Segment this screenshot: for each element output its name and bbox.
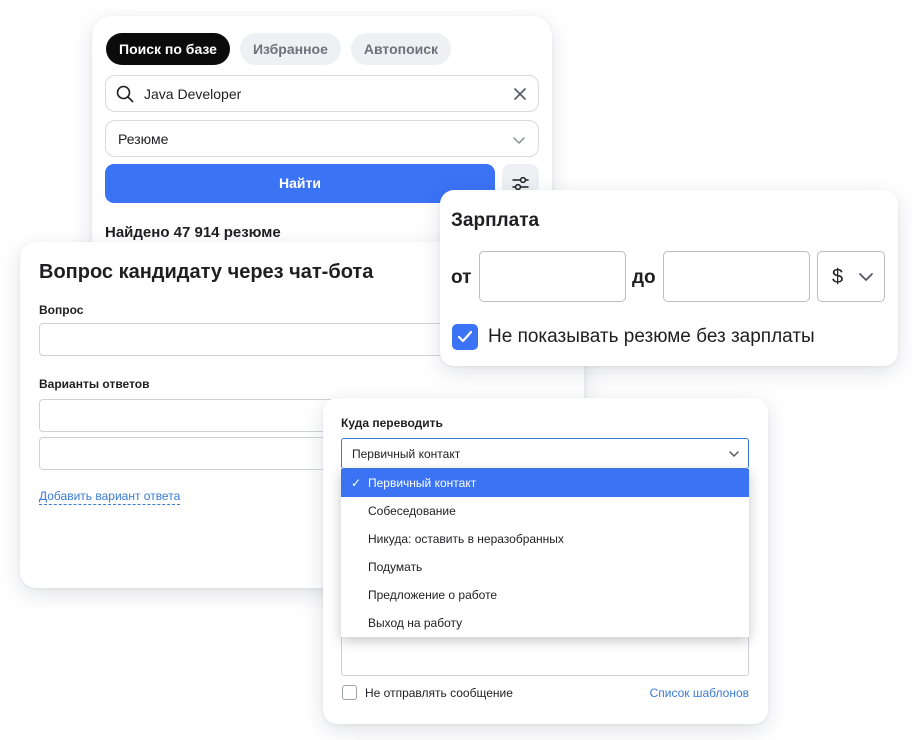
- tab-favorites[interactable]: Избранное: [239, 33, 341, 65]
- dropdown-option[interactable]: Предложение о работе: [341, 581, 749, 609]
- option-label: Никуда: оставить в неразобранных: [368, 532, 564, 546]
- dropdown-option[interactable]: Выход на работу: [341, 609, 749, 637]
- results-count: Найдено 47 914 резюме: [105, 224, 281, 241]
- no-send-label: Не отправлять сообщение: [365, 686, 513, 700]
- search-tabs: Поиск по базе Избранное Автопоиск: [106, 33, 452, 65]
- check-icon: ✓: [351, 476, 362, 490]
- dropdown-option[interactable]: Никуда: оставить в неразобранных: [341, 525, 749, 553]
- transfer-selected-value: Первичный контакт: [352, 447, 461, 461]
- salary-card: Зарплата от до $ Не показывать резюме бе…: [440, 190, 898, 366]
- dropdown-option[interactable]: Собеседование: [341, 497, 749, 525]
- tab-database-search[interactable]: Поиск по базе: [106, 33, 230, 65]
- dropdown-option[interactable]: Подумать: [341, 553, 749, 581]
- find-button[interactable]: Найти: [105, 164, 495, 203]
- answers-label: Варианты ответов: [39, 377, 150, 391]
- chevron-down-icon: [729, 451, 739, 457]
- search-icon: [116, 85, 134, 103]
- add-answer-link[interactable]: Добавить вариант ответа: [39, 489, 181, 505]
- currency-value: $: [832, 266, 844, 288]
- salary-to-label: до: [632, 267, 656, 288]
- search-input[interactable]: Java Developer: [105, 75, 539, 112]
- option-label: Первичный контакт: [368, 476, 477, 490]
- salary-from-input[interactable]: [479, 251, 626, 302]
- chevron-down-icon: [513, 137, 525, 144]
- search-type-select[interactable]: Резюме: [105, 120, 539, 157]
- search-query: Java Developer: [144, 86, 242, 102]
- checkmark-icon: [457, 330, 473, 343]
- question-input[interactable]: [39, 323, 459, 356]
- search-type-value: Резюме: [118, 131, 169, 147]
- tab-autosearch[interactable]: Автопоиск: [350, 33, 452, 65]
- salary-from-label: от: [451, 267, 472, 288]
- clear-icon[interactable]: [512, 86, 528, 102]
- transfer-select[interactable]: Первичный контакт: [341, 438, 749, 469]
- question-label: Вопрос: [39, 303, 84, 317]
- option-label: Выход на работу: [368, 616, 463, 630]
- currency-select[interactable]: $: [817, 251, 885, 302]
- transfer-label: Куда переводить: [341, 416, 443, 430]
- chatbot-title: Вопрос кандидату через чат-бота: [39, 261, 374, 283]
- salary-to-input[interactable]: [663, 251, 810, 302]
- option-label: Предложение о работе: [368, 588, 498, 602]
- option-label: Подумать: [368, 560, 423, 574]
- option-label: Собеседование: [368, 504, 456, 518]
- salary-title: Зарплата: [451, 210, 540, 231]
- hide-no-salary-label: Не показывать резюме без зарплаты: [488, 326, 815, 347]
- hide-no-salary-checkbox[interactable]: [452, 324, 478, 350]
- chevron-down-icon: [859, 273, 873, 281]
- templates-link[interactable]: Список шаблонов: [650, 686, 749, 700]
- dropdown-option[interactable]: ✓ Первичный контакт: [341, 469, 749, 497]
- transfer-card: Куда переводить Первичный контакт ✓ Перви…: [323, 398, 768, 724]
- no-send-checkbox[interactable]: [342, 685, 357, 700]
- transfer-dropdown: ✓ Первичный контакт Собеседование Никуда:…: [341, 469, 749, 637]
